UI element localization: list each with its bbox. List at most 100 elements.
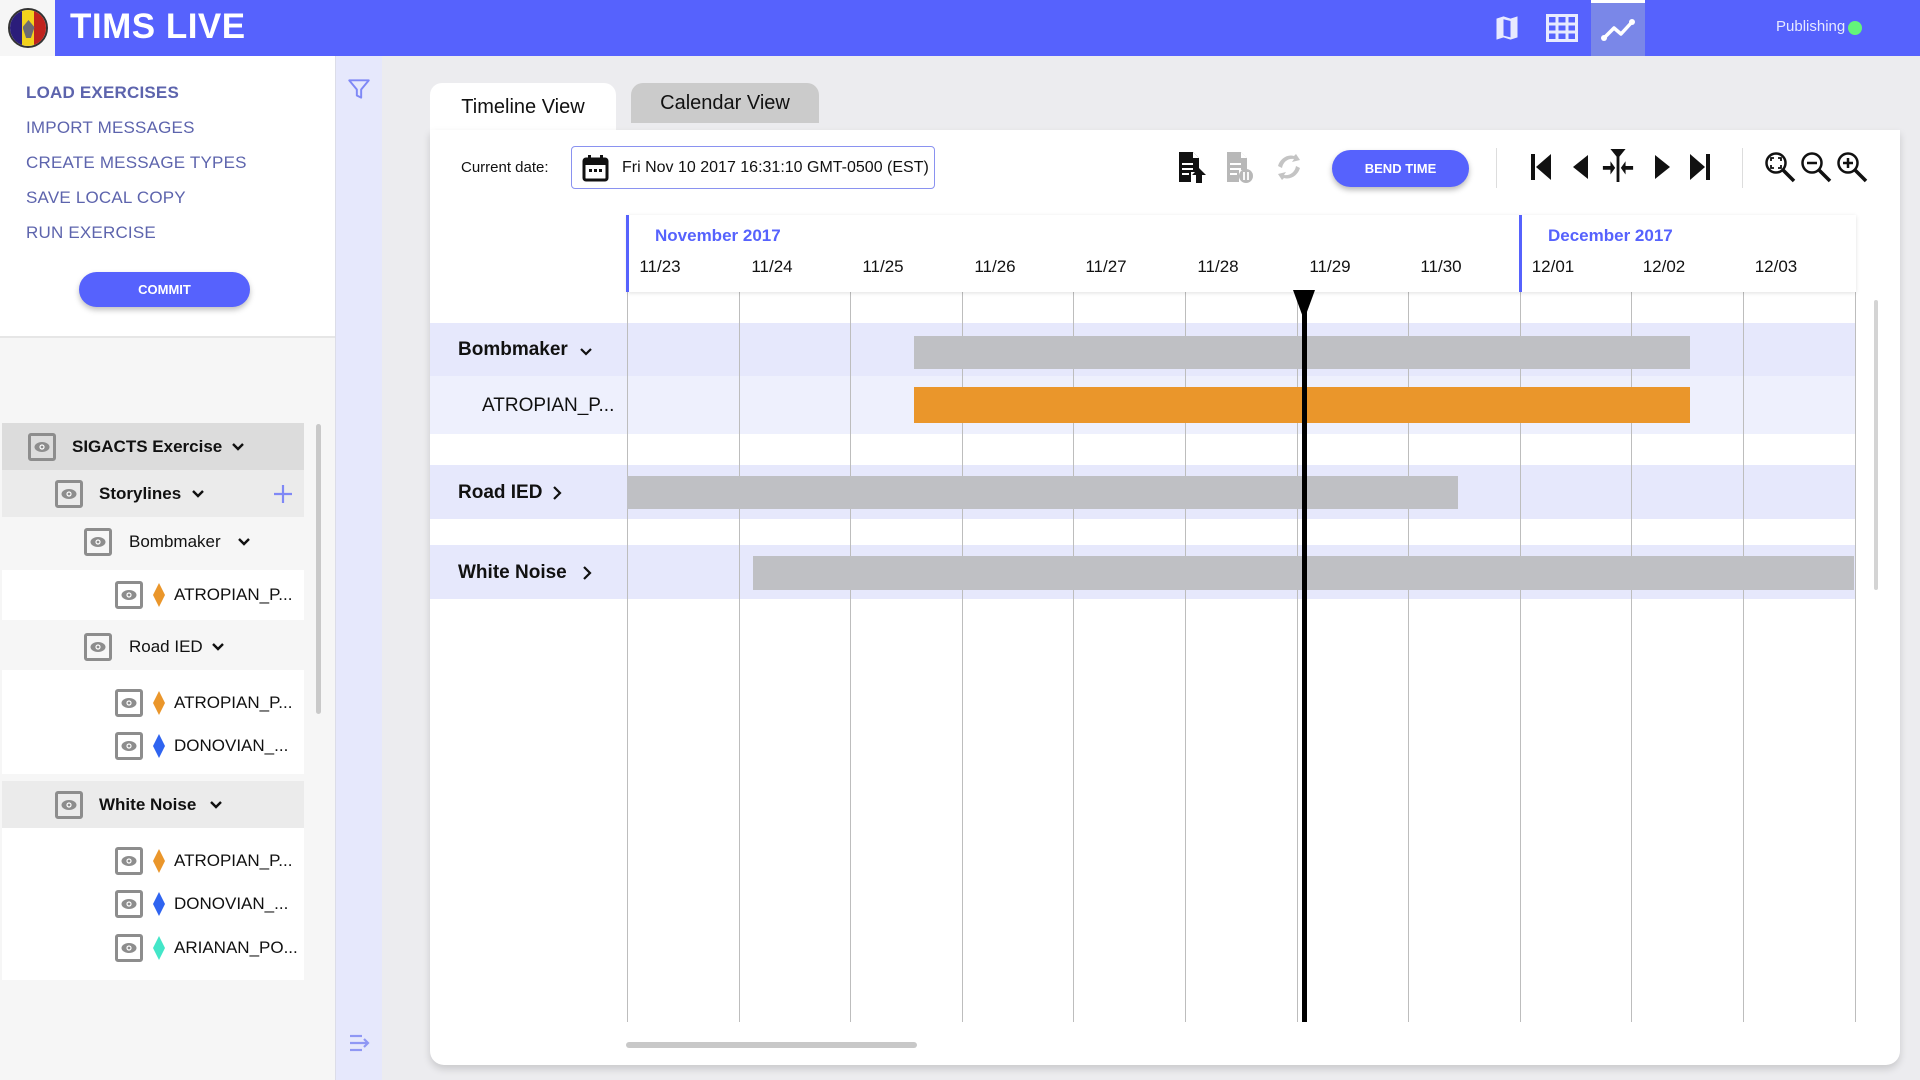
zoom-out-button[interactable] <box>1799 148 1833 186</box>
timeline-vertical-scrollbar[interactable] <box>1874 300 1878 590</box>
chevron-down-icon[interactable] <box>210 639 226 655</box>
step-forward-button[interactable] <box>1646 148 1680 186</box>
day-tick-label: 12/02 <box>1642 257 1686 276</box>
day-tick-label: 11/24 <box>751 257 793 276</box>
skip-to-end-button[interactable] <box>1683 148 1717 186</box>
add-storyline-plus-icon[interactable] <box>272 483 294 505</box>
toolbar-separator <box>1742 148 1743 188</box>
menu-import-messages[interactable]: IMPORT MESSAGES <box>26 118 195 138</box>
tree-label: SIGACTS Exercise <box>72 436 223 456</box>
tree-row-message[interactable]: ATROPIAN_P... <box>2 570 304 620</box>
menu-create-message-types[interactable]: CREATE MESSAGE TYPES <box>26 153 247 173</box>
chevron-down-icon[interactable] <box>190 486 206 502</box>
skip-to-start-button[interactable] <box>1524 148 1558 186</box>
visibility-toggle[interactable] <box>115 689 143 717</box>
map-view-button[interactable] <box>1480 0 1534 56</box>
timeline-row-label-road-ied[interactable]: Road IED <box>458 482 542 504</box>
timeline-row-label-bombmaker[interactable]: Bombmaker <box>458 339 568 361</box>
eye-icon <box>121 698 137 708</box>
diamond-marker-icon <box>153 892 165 916</box>
chevron-down-icon[interactable] <box>236 534 252 550</box>
play-reverse-icon <box>1573 155 1588 179</box>
upload-document-button[interactable] <box>1175 148 1209 186</box>
eye-icon <box>121 856 137 866</box>
day-gridline <box>1855 292 1856 1022</box>
tree-row-bombmaker[interactable]: Bombmaker <box>2 518 304 565</box>
timeline-bar[interactable] <box>627 476 1458 509</box>
timeline-horizontal-scrollbar[interactable] <box>626 1042 917 1048</box>
toolbar-separator <box>1496 148 1497 188</box>
tree-scrollbar[interactable] <box>316 424 321 714</box>
tree-row-message[interactable]: DONOVIAN_... <box>2 884 304 924</box>
month-label: December 2017 <box>1548 226 1673 245</box>
day-tick-label: 11/25 <box>862 257 904 276</box>
tree-row-root[interactable]: SIGACTS Exercise <box>2 423 304 470</box>
visibility-toggle[interactable] <box>55 479 83 508</box>
tree-label: DONOVIAN_... <box>174 736 289 755</box>
sync-button[interactable] <box>1272 148 1306 186</box>
tree-label: ATROPIAN_P... <box>174 851 293 870</box>
table-view-button[interactable] <box>1535 0 1589 56</box>
visibility-toggle[interactable] <box>55 790 83 819</box>
expand-panel-icon[interactable] <box>348 1032 372 1054</box>
chevron-down-icon[interactable] <box>578 344 594 360</box>
chevron-down-icon[interactable] <box>208 797 224 813</box>
visibility-toggle[interactable] <box>84 632 112 661</box>
tree-row-message[interactable]: ATROPIAN_P... <box>2 683 304 723</box>
tree-row-message[interactable]: ARIANAN_PO... <box>2 928 304 968</box>
center-collapse-icon <box>1602 148 1634 182</box>
day-gridline <box>850 292 851 1022</box>
current-date-label: Current date: <box>461 159 549 176</box>
tree-row-message[interactable]: ATROPIAN_P... <box>2 841 304 881</box>
tree-row-white-noise[interactable]: White Noise <box>2 781 304 828</box>
tab-calendar-view[interactable]: Calendar View <box>631 83 819 123</box>
visibility-toggle[interactable] <box>115 890 143 918</box>
menu-save-local-copy[interactable]: SAVE LOCAL COPY <box>26 188 186 208</box>
calendar-icon <box>582 155 609 182</box>
chevron-right-icon[interactable] <box>549 484 565 502</box>
chevron-right-icon[interactable] <box>579 564 595 582</box>
current-time-marker[interactable] <box>1293 290 1315 320</box>
tab-timeline-view[interactable]: Timeline View <box>430 83 616 131</box>
eye-icon <box>121 590 137 600</box>
timeline-view-button[interactable] <box>1591 0 1645 56</box>
tree-row-road-ied[interactable]: Road IED <box>2 623 304 670</box>
current-time-line[interactable] <box>1302 292 1307 1022</box>
month-divider <box>1519 215 1522 292</box>
step-back-button[interactable] <box>1563 148 1597 186</box>
filter-strip <box>335 56 382 1080</box>
zoom-fit-button[interactable] <box>1763 148 1797 186</box>
chevron-down-icon[interactable] <box>230 439 246 455</box>
visibility-toggle[interactable] <box>115 847 143 875</box>
visibility-toggle[interactable] <box>115 732 143 760</box>
tree-label: Bombmaker <box>129 531 221 551</box>
pause-document-button[interactable] <box>1223 148 1257 186</box>
visibility-toggle[interactable] <box>115 934 143 962</box>
menu-run-exercise[interactable]: RUN EXERCISE <box>26 223 156 243</box>
app-title: TIMS LIVE <box>70 7 246 46</box>
bend-time-button[interactable]: BEND TIME <box>1332 150 1469 187</box>
current-date-value: Fri Nov 10 2017 16:31:10 GMT-0500 (EST) <box>622 159 929 176</box>
center-on-now-button[interactable] <box>1601 146 1635 184</box>
visibility-toggle[interactable] <box>115 581 143 609</box>
commit-button[interactable]: COMMIT <box>79 272 250 307</box>
visibility-toggle[interactable] <box>28 432 56 461</box>
tree-row-storylines[interactable]: Storylines <box>2 470 304 517</box>
filter-icon[interactable] <box>346 76 372 102</box>
tree-row-message[interactable]: DONOVIAN_... <box>2 726 304 766</box>
timeline-row-label-white-noise[interactable]: White Noise <box>458 562 567 584</box>
eye-icon <box>90 536 106 547</box>
menu-load-exercises[interactable]: LOAD EXERCISES <box>26 83 179 103</box>
table-grid-icon <box>1546 14 1578 42</box>
diamond-marker-icon <box>153 734 165 758</box>
timeline-row-label-atropian: ATROPIAN_P... <box>482 395 615 416</box>
eye-icon <box>121 943 137 953</box>
day-tick-label: 12/01 <box>1531 257 1575 276</box>
visibility-toggle[interactable] <box>84 527 112 556</box>
day-tick-label: 12/03 <box>1754 257 1798 276</box>
current-date-field[interactable]: Fri Nov 10 2017 16:31:10 GMT-0500 (EST) <box>571 146 935 189</box>
diamond-marker-icon <box>153 849 165 873</box>
zoom-out-icon <box>1801 152 1832 183</box>
diamond-marker-icon <box>153 936 165 960</box>
zoom-in-button[interactable] <box>1835 148 1869 186</box>
